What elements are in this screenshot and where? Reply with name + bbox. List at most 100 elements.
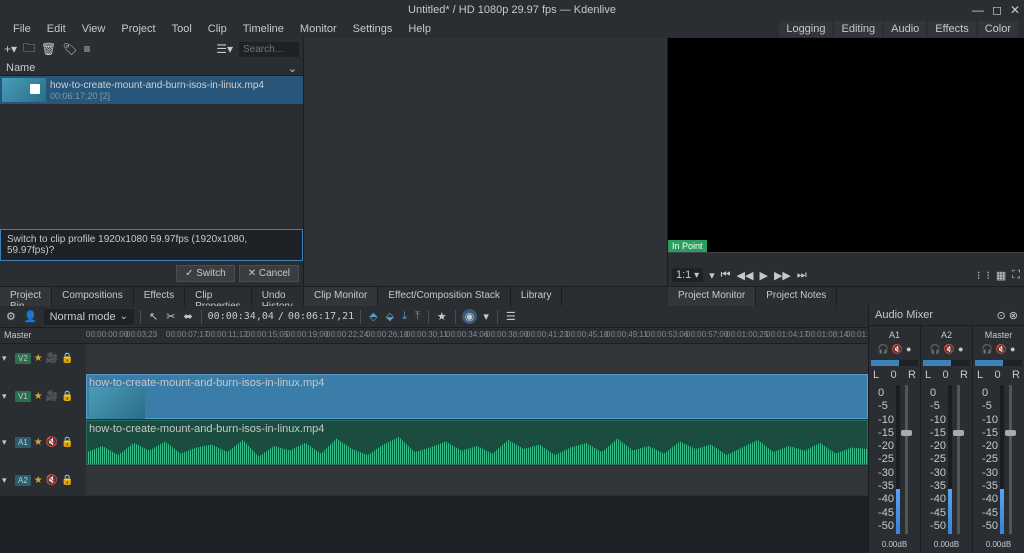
video-clip[interactable]: how-to-create-mount-and-burn-isos-in-lin…	[86, 374, 868, 419]
visibility-icon[interactable]: 🎥	[46, 391, 58, 402]
expand-icon[interactable]: ▾	[2, 353, 12, 364]
switch-button[interactable]: ✓ Switch	[176, 265, 235, 282]
record-icon[interactable]: ●	[1010, 344, 1015, 355]
menu-edit[interactable]: Edit	[40, 21, 73, 37]
track-a2[interactable]: ▾A2★🔇🔒	[0, 466, 868, 496]
track-content[interactable]	[86, 344, 868, 373]
tab-clip-properties[interactable]: Clip Properties	[185, 287, 252, 306]
menu-project[interactable]: Project	[114, 21, 162, 37]
workspace-color[interactable]: Color	[978, 21, 1018, 37]
master-label[interactable]: Master	[0, 328, 86, 343]
expand-icon[interactable]: ▾	[2, 475, 12, 486]
mixer-close-icon[interactable]: ⊗	[1009, 310, 1018, 322]
balance-slider[interactable]	[923, 360, 970, 366]
track-v1[interactable]: ▾V1★🎥🔒how-to-create-mount-and-burn-isos-…	[0, 374, 868, 420]
track-content[interactable]: how-to-create-mount-and-burn-isos-in-lin…	[86, 374, 868, 419]
monitor-ruler[interactable]	[668, 252, 1024, 264]
timecode-position[interactable]: 00:00:34,04	[208, 311, 274, 322]
mute-icon[interactable]: 🔇	[944, 344, 955, 355]
tool-spacer-icon[interactable]: ⬌	[181, 308, 194, 325]
tab-clip-monitor[interactable]: Clip Monitor	[304, 287, 378, 306]
marker-icon[interactable]: ⁝	[977, 269, 981, 282]
volume-fader[interactable]	[957, 385, 960, 534]
track-menu-icon[interactable]: 👤	[22, 308, 40, 325]
menu-tool[interactable]: Tool	[165, 21, 199, 37]
tab-project-monitor[interactable]: Project Monitor	[668, 287, 756, 306]
track-label[interactable]: V2	[15, 353, 31, 364]
insert-icon[interactable]: ⤒	[413, 308, 422, 325]
lock-icon[interactable]: 🔒	[61, 437, 73, 448]
track-v2[interactable]: ▾V2★🎥🔒	[0, 344, 868, 374]
clip-list[interactable]: how-to-create-mount-and-burn-isos-in-lin…	[0, 76, 303, 229]
tab-undo-history[interactable]: Undo History	[252, 287, 304, 306]
volume-fader[interactable]	[1009, 385, 1012, 534]
search-input[interactable]	[239, 42, 299, 57]
forward-icon[interactable]: ▶▶	[774, 269, 791, 282]
menu-file[interactable]: File	[6, 21, 38, 37]
delete-icon[interactable]: 🗑	[41, 42, 56, 56]
track-label[interactable]: V1	[15, 391, 31, 402]
tab-project-notes[interactable]: Project Notes	[756, 287, 837, 306]
tab-compositions[interactable]: Compositions	[52, 287, 134, 306]
tab-effect-composition-stack[interactable]: Effect/Composition Stack	[378, 287, 511, 306]
workspace-logging[interactable]: Logging	[779, 21, 832, 37]
track-content[interactable]: how-to-create-mount-and-burn-isos-in-lin…	[86, 420, 868, 465]
record-icon[interactable]: ●	[958, 344, 963, 355]
audio-clip[interactable]: how-to-create-mount-and-burn-isos-in-lin…	[86, 420, 868, 465]
zoom-dropdown[interactable]: 1:1 ▾	[672, 268, 703, 282]
preview-render-icon[interactable]: ◉	[462, 309, 478, 324]
track-label[interactable]: A1	[15, 437, 31, 448]
workspace-editing[interactable]: Editing	[834, 21, 882, 37]
mute-icon[interactable]: 🔇	[46, 475, 58, 486]
track-content[interactable]	[86, 466, 868, 495]
dropdown-icon[interactable]: ▾	[709, 269, 715, 282]
zone-in-icon[interactable]: ⬘	[367, 308, 379, 325]
menu-timeline[interactable]: Timeline	[236, 21, 291, 37]
menu-settings[interactable]: Settings	[346, 21, 400, 37]
track-label[interactable]: A2	[15, 475, 31, 486]
tool-razor-icon[interactable]: ✂	[164, 308, 177, 325]
balance-slider[interactable]	[975, 360, 1022, 366]
rewind-start-icon[interactable]: ⏮	[721, 269, 731, 282]
add-clip-icon[interactable]: +▾	[4, 42, 17, 56]
mute-icon[interactable]: 🔇	[46, 437, 58, 448]
mute-icon[interactable]: 🔇	[892, 344, 903, 355]
tab-library[interactable]: Library	[511, 287, 563, 306]
headphone-icon[interactable]: 🎧	[982, 344, 993, 355]
visibility-icon[interactable]: 🎥	[46, 353, 58, 364]
menu-help[interactable]: Help	[401, 21, 438, 37]
zone-out-icon[interactable]: ⬙	[384, 308, 396, 325]
play-icon[interactable]: ▶	[759, 269, 767, 282]
mute-icon[interactable]: 🔇	[996, 344, 1007, 355]
star-icon[interactable]: ★	[34, 475, 43, 486]
overwrite-icon[interactable]: ⤓	[400, 308, 409, 325]
rewind-icon[interactable]: ◀◀	[737, 269, 754, 282]
dropdown-small-icon[interactable]: ▾	[481, 308, 491, 325]
column-header[interactable]: Name ⌄	[0, 60, 303, 76]
workspace-effects[interactable]: Effects	[928, 21, 975, 37]
star-icon[interactable]: ★	[34, 437, 43, 448]
headphone-icon[interactable]: 🎧	[878, 344, 889, 355]
lock-icon[interactable]: 🔒	[61, 353, 73, 364]
balance-slider[interactable]	[871, 360, 918, 366]
close-icon[interactable]: ✕	[1010, 3, 1020, 17]
fullscreen-icon[interactable]: ⛶	[1012, 269, 1020, 282]
folder-icon[interactable]: 🗀	[23, 39, 35, 60]
filter-icon[interactable]: ≡	[84, 42, 91, 56]
record-icon[interactable]: ●	[906, 344, 911, 355]
forward-end-icon[interactable]: ⏭	[797, 269, 807, 282]
grid-icon[interactable]: ▦	[996, 269, 1006, 282]
menu-view[interactable]: View	[75, 21, 113, 37]
menu-clip[interactable]: Clip	[201, 21, 234, 37]
workspace-audio[interactable]: Audio	[884, 21, 926, 37]
list-icon[interactable]: ☰	[504, 308, 518, 325]
tab-effects[interactable]: Effects	[134, 287, 185, 306]
options-icon[interactable]: ⁝	[986, 269, 990, 282]
expand-icon[interactable]: ▾	[2, 391, 12, 402]
edit-mode-dropdown[interactable]: Normal mode ⌄	[44, 309, 134, 325]
timeline-tracks[interactable]: ▾V2★🎥🔒▾V1★🎥🔒how-to-create-mount-and-burn…	[0, 344, 868, 553]
mixer-settings-icon[interactable]: ⊙	[997, 310, 1006, 322]
lock-icon[interactable]: 🔒	[61, 391, 73, 402]
favorite-icon[interactable]: ★	[435, 308, 449, 325]
lock-icon[interactable]: 🔒	[61, 475, 73, 486]
